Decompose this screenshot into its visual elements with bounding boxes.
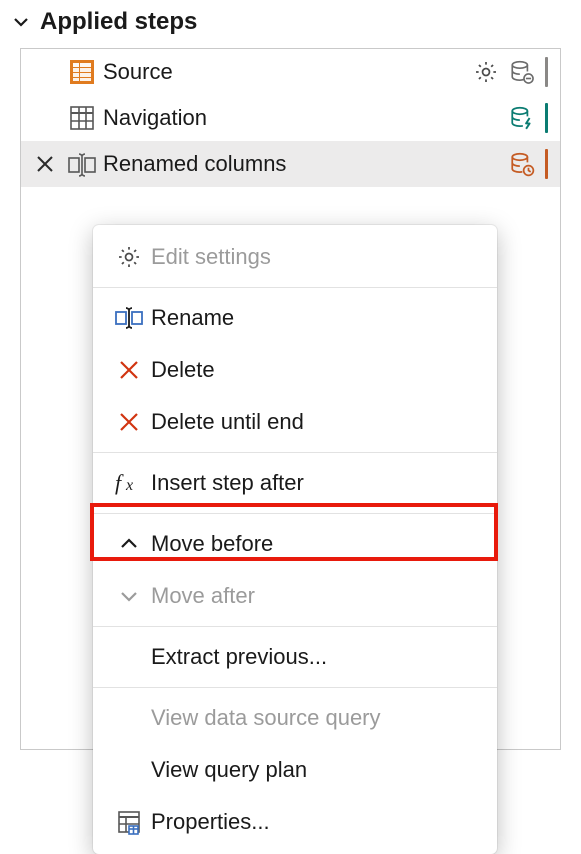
menu-label: Move after	[151, 583, 255, 609]
database-clock-icon	[509, 151, 535, 177]
step-source[interactable]: Source	[21, 49, 560, 95]
menu-divider	[93, 287, 497, 288]
chevron-down-icon	[12, 13, 30, 31]
menu-insert-step-after[interactable]: f x Insert step after	[93, 457, 497, 509]
table-icon	[61, 104, 103, 132]
menu-view-data-source-query: View data source query	[93, 692, 497, 744]
menu-divider	[93, 626, 497, 627]
chevron-down-icon	[107, 585, 151, 607]
properties-icon	[107, 809, 151, 835]
rename-column-icon	[61, 150, 103, 178]
menu-label: View data source query	[151, 705, 381, 731]
menu-label: Properties...	[151, 809, 270, 835]
menu-label: Extract previous...	[151, 644, 327, 670]
menu-edit-settings: Edit settings	[93, 231, 497, 283]
menu-move-before[interactable]: Move before	[93, 518, 497, 570]
menu-delete[interactable]: Delete	[93, 344, 497, 396]
menu-move-after: Move after	[93, 570, 497, 622]
database-bolt-icon	[509, 105, 535, 131]
applied-steps-header[interactable]: Applied steps	[0, 0, 581, 48]
menu-delete-until-end[interactable]: Delete until end	[93, 396, 497, 448]
applied-steps-title: Applied steps	[40, 8, 197, 36]
delete-step-x-icon[interactable]	[35, 154, 55, 174]
svg-text:f: f	[115, 471, 124, 495]
menu-label: Delete	[151, 357, 215, 383]
x-icon	[107, 411, 151, 433]
database-remove-icon	[509, 59, 535, 85]
menu-label: View query plan	[151, 757, 307, 783]
gear-icon[interactable]	[473, 59, 499, 85]
applied-steps-list: Source	[20, 48, 561, 750]
step-label: Source	[103, 59, 473, 85]
context-menu: Edit settings Rename Delete Dele	[93, 225, 497, 854]
step-label: Navigation	[103, 105, 509, 131]
fx-icon: f x	[107, 471, 151, 495]
step-edge-bar	[545, 103, 548, 133]
menu-divider	[93, 452, 497, 453]
step-navigation[interactable]: Navigation	[21, 95, 560, 141]
menu-divider	[93, 687, 497, 688]
menu-label: Move before	[151, 531, 273, 557]
step-renamed-columns[interactable]: Renamed columns	[21, 141, 560, 187]
menu-extract-previous[interactable]: Extract previous...	[93, 631, 497, 683]
menu-label: Delete until end	[151, 409, 304, 435]
rename-icon	[107, 306, 151, 330]
menu-label: Rename	[151, 305, 234, 331]
menu-rename[interactable]: Rename	[93, 292, 497, 344]
step-label: Renamed columns	[103, 151, 509, 177]
svg-text:x: x	[125, 477, 133, 494]
menu-label: Edit settings	[151, 244, 271, 270]
menu-properties[interactable]: Properties...	[93, 796, 497, 848]
step-edge-bar	[545, 57, 548, 87]
source-table-icon	[61, 58, 103, 86]
gear-icon	[107, 244, 151, 270]
step-edge-bar	[545, 149, 548, 179]
menu-label: Insert step after	[151, 470, 304, 496]
menu-view-query-plan[interactable]: View query plan	[93, 744, 497, 796]
menu-divider	[93, 513, 497, 514]
x-icon	[107, 359, 151, 381]
chevron-up-icon	[107, 533, 151, 555]
